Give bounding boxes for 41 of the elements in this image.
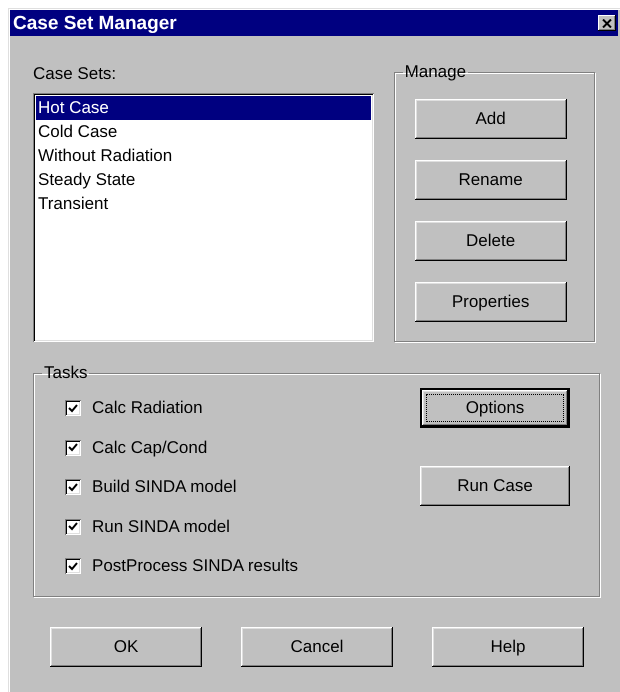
manage-button[interactable]: Rename (414, 160, 567, 200)
task-button[interactable]: Run Case (420, 466, 570, 506)
check-icon (68, 562, 78, 570)
task-checkbox[interactable]: Calc Cap/Cond (65, 438, 298, 458)
task-label: Run SINDA model (92, 516, 230, 538)
checkbox-box[interactable] (65, 400, 81, 416)
manage-button[interactable]: Delete (414, 221, 567, 261)
task-button[interactable]: Options (420, 388, 570, 428)
manage-button[interactable]: Properties (414, 282, 567, 322)
task-checkbox[interactable]: PostProcess SINDA results (65, 556, 298, 576)
dialog-button[interactable]: OK (50, 627, 202, 667)
dialog-button[interactable]: Help (432, 627, 584, 667)
close-button[interactable] (598, 15, 616, 31)
task-checkbox[interactable]: Calc Radiation (65, 398, 298, 418)
window-title: Case Set Manager (13, 14, 177, 32)
list-item[interactable]: Transient (36, 192, 371, 216)
manage-button[interactable]: Add (414, 99, 567, 139)
task-label: Calc Cap/Cond (92, 436, 208, 459)
list-item[interactable]: Cold Case (36, 120, 371, 144)
task-label: Calc Radiation (92, 397, 203, 420)
task-checkbox[interactable]: Build SINDA model (65, 477, 298, 497)
dialog-button[interactable]: Cancel (241, 627, 393, 667)
list-item[interactable]: Steady State (36, 168, 371, 192)
checkbox-box[interactable] (65, 518, 81, 534)
list-item[interactable]: Without Radiation (36, 144, 371, 168)
case-sets-label: Case Sets: (33, 64, 118, 84)
checkbox-box[interactable] (65, 440, 81, 456)
manage-group-title: Manage (404, 62, 468, 82)
task-checkbox[interactable]: Run SINDA model (65, 516, 298, 536)
checkbox-box[interactable] (65, 558, 81, 574)
tasks-group-title: Tasks (43, 363, 88, 383)
check-icon (68, 522, 78, 531)
check-icon (68, 443, 78, 452)
task-label: PostProcess SINDA results (92, 555, 298, 578)
check-icon (68, 404, 78, 412)
case-sets-list[interactable]: Hot Case Cold Case Without Radiation Steady State Transient (33, 93, 374, 342)
list-item[interactable]: Hot Case (36, 96, 371, 120)
check-icon (68, 482, 78, 492)
close-icon (602, 18, 612, 28)
task-label: Build SINDA model (92, 476, 237, 498)
checkbox-box[interactable] (65, 479, 81, 495)
